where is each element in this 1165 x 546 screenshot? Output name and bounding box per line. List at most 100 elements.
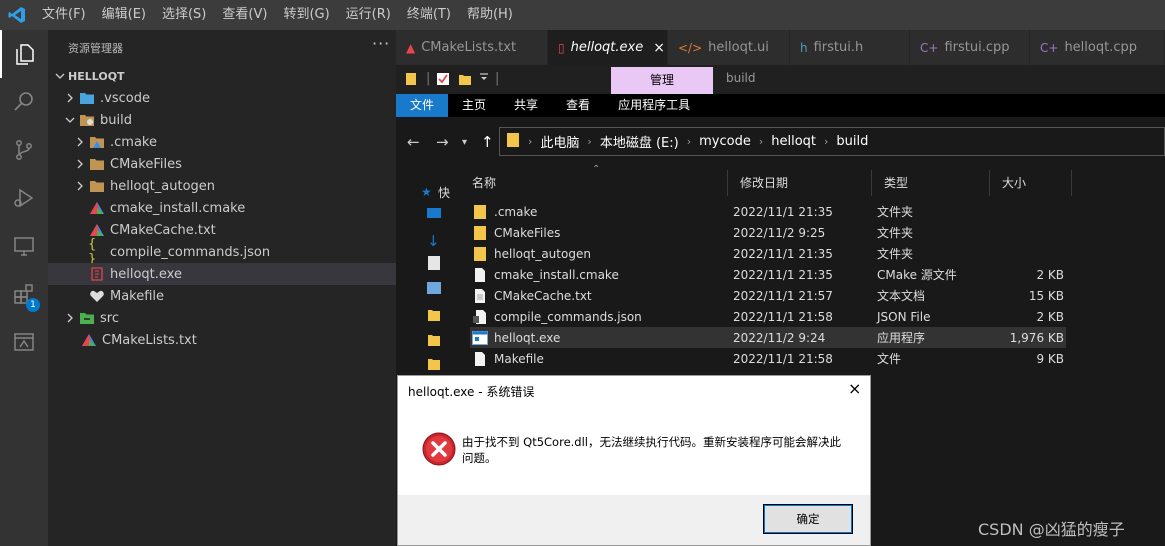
more-actions-icon[interactable]: ··· <box>372 34 390 53</box>
new-folder-icon[interactable] <box>458 72 472 90</box>
error-dialog: helloqt.exe - 系统错误 × 由于找不到 Qt5Core.dll，无… <box>397 375 871 546</box>
activity-bar: 1 <box>0 30 48 546</box>
tree-item-autogen[interactable]: helloqt_autogen <box>48 175 396 197</box>
tree-item-cmakelists[interactable]: CMakeLists.txt <box>48 329 396 351</box>
file-row[interactable]: helloqt_autogen 2022/11/1 21:35 文件夹 <box>470 243 1066 264</box>
breadcrumb-mycode[interactable]: mycode <box>691 134 759 149</box>
tree-item-build[interactable]: build <box>48 109 396 131</box>
file-row[interactable]: Makefile 2022/11/1 21:58 文件 9 KB <box>470 348 1066 369</box>
tab-cmakelists[interactable]: ▲ CMakeLists.txt <box>396 30 548 65</box>
recent-dropdown-icon[interactable]: ▾ <box>462 137 467 148</box>
menu-help[interactable]: 帮助(H) <box>459 0 521 30</box>
tree-item-label: cmake_install.cmake <box>110 200 246 216</box>
file-row[interactable]: CMakeFiles 2022/11/2 9:25 文件夹 <box>470 222 1066 243</box>
file-row[interactable]: cmake_install.cmake 2022/11/1 21:35 CMak… <box>470 264 1066 285</box>
menu-terminal[interactable]: 终端(T) <box>399 0 459 30</box>
folder-icon[interactable] <box>427 333 441 351</box>
tab-helloqt-ui[interactable]: </> helloqt.ui <box>668 30 790 65</box>
breadcrumb-build[interactable]: build <box>828 134 876 149</box>
menu-run[interactable]: 运行(R) <box>338 0 399 30</box>
manage-tab[interactable]: 管理 <box>611 67 713 94</box>
tree-item-label: .cmake <box>110 134 157 150</box>
breadcrumb-drive[interactable]: 本地磁盘 (E:) <box>592 132 687 151</box>
file-row[interactable]: compile_commands.json 2022/11/1 21:58 JS… <box>470 306 1066 327</box>
source-control-icon[interactable] <box>0 126 48 174</box>
back-arrow-icon[interactable]: ← <box>407 133 420 151</box>
tab-firstui-cpp[interactable]: C+ firstui.cpp <box>910 30 1030 65</box>
ribbon-tab-home[interactable]: 主页 <box>448 94 500 117</box>
properties-icon[interactable] <box>436 72 450 90</box>
folder-icon[interactable] <box>405 72 419 90</box>
search-icon[interactable] <box>0 78 48 126</box>
dialog-title: helloqt.exe - 系统错误 <box>408 385 535 399</box>
pictures-icon[interactable] <box>427 282 441 298</box>
editor-tabs: ▲ CMakeLists.txt ▯ helloqt.exe × </> hel… <box>396 30 1165 65</box>
makefile-icon <box>88 285 106 307</box>
forward-arrow-icon[interactable]: → <box>436 133 449 151</box>
tree-item-cmake-install[interactable]: cmake_install.cmake <box>48 197 396 219</box>
file-name: helloqt_autogen <box>494 246 591 261</box>
explorer-icon[interactable] <box>0 30 48 78</box>
extensions-icon[interactable]: 1 <box>0 270 48 318</box>
ok-button[interactable]: 确定 <box>763 504 853 534</box>
tree-item-vscode[interactable]: .vscode <box>48 87 396 109</box>
menu-file[interactable]: 文件(F) <box>34 0 94 30</box>
tab-firstui-h[interactable]: h firstui.h <box>790 30 910 65</box>
file-name: Makefile <box>494 351 544 366</box>
menu-selection[interactable]: 选择(S) <box>154 0 214 30</box>
document-icon[interactable] <box>428 256 440 274</box>
customize-dropdown-icon[interactable] <box>479 70 489 88</box>
panel-icon[interactable] <box>0 318 48 366</box>
chevron-right-icon <box>72 175 88 197</box>
column-header-date[interactable]: 修改日期 <box>728 170 872 196</box>
tree-item-helloqt-exe[interactable]: helloqt.exe <box>48 263 396 285</box>
remote-explorer-icon[interactable] <box>0 222 48 270</box>
breadcrumb-helloqt[interactable]: helloqt <box>763 134 824 149</box>
menu-go[interactable]: 转到(G) <box>275 0 337 30</box>
breadcrumb-this-pc[interactable]: 此电脑 <box>532 132 587 151</box>
ribbon-tab-app-tools[interactable]: 应用程序工具 <box>604 94 704 117</box>
menu-edit[interactable]: 编辑(E) <box>94 0 154 30</box>
tree-item-makefile[interactable]: Makefile <box>48 285 396 307</box>
ribbon-tab-file[interactable]: 文件 <box>396 94 449 117</box>
tree-item-cmakefiles[interactable]: CMakeFiles <box>48 153 396 175</box>
column-header-name[interactable]: 名称 <box>460 170 728 196</box>
column-header-size[interactable]: 大小 <box>990 170 1072 196</box>
ribbon-tab-view[interactable]: 查看 <box>552 94 604 117</box>
tree-item-label: helloqt_autogen <box>110 178 216 194</box>
file-row[interactable]: .cmake 2022/11/1 21:35 文件夹 <box>470 201 1066 222</box>
file-row[interactable]: helloqt.exe 2022/11/2 9:24 应用程序 1,976 KB <box>470 327 1066 348</box>
menu-view[interactable]: 查看(V) <box>214 0 275 30</box>
folder-icon <box>470 225 490 241</box>
download-icon[interactable]: ↓ <box>427 232 440 250</box>
json-file-icon <box>470 309 490 325</box>
address-bar[interactable]: › 此电脑 › 本地磁盘 (E:) › mycode › helloqt › b… <box>499 127 1165 156</box>
close-icon[interactable]: × <box>653 40 665 56</box>
tree-item-compile-commands[interactable]: { } compile_commands.json <box>48 237 396 267</box>
tab-helloqt-cpp[interactable]: C+ helloqt.cpp <box>1030 30 1165 65</box>
window-caption: build <box>726 71 756 85</box>
code-icon: </> <box>678 40 703 55</box>
file-type: 文件 <box>877 352 902 366</box>
folder-icon[interactable] <box>427 357 441 375</box>
ribbon-tab-share[interactable]: 共享 <box>500 94 552 117</box>
dialog-message: 由于找不到 Qt5Core.dll，无法继续执行代码。重新安装程序可能会解决此问… <box>462 435 841 465</box>
file-row[interactable]: CMakeCache.txt 2022/11/1 21:57 文本文档 15 K… <box>470 285 1066 306</box>
tree-item-label: src <box>100 310 119 326</box>
watermark: CSDN @凶猛的瘦子 <box>978 520 1125 539</box>
tab-helloqt-exe[interactable]: ▯ helloqt.exe × <box>548 30 668 65</box>
close-icon[interactable]: × <box>848 379 861 398</box>
tab-label: helloqt.cpp <box>1064 40 1137 55</box>
tree-item-cmake-folder[interactable]: .cmake <box>48 131 396 153</box>
desktop-icon[interactable] <box>427 208 441 224</box>
run-debug-icon[interactable] <box>0 174 48 222</box>
column-header-type[interactable]: 类型 <box>872 170 990 196</box>
up-arrow-icon[interactable]: ↑ <box>481 133 494 151</box>
quick-access-label[interactable]: 快 <box>438 184 450 201</box>
tree-item-label: build <box>100 112 132 128</box>
cmake-icon: ▲ <box>406 40 416 55</box>
tree-item-src[interactable]: src <box>48 307 396 329</box>
folder-icon[interactable] <box>427 308 441 326</box>
file-date: 2022/11/1 21:58 <box>733 351 833 366</box>
tree-root[interactable]: HELLOQT <box>48 65 396 87</box>
